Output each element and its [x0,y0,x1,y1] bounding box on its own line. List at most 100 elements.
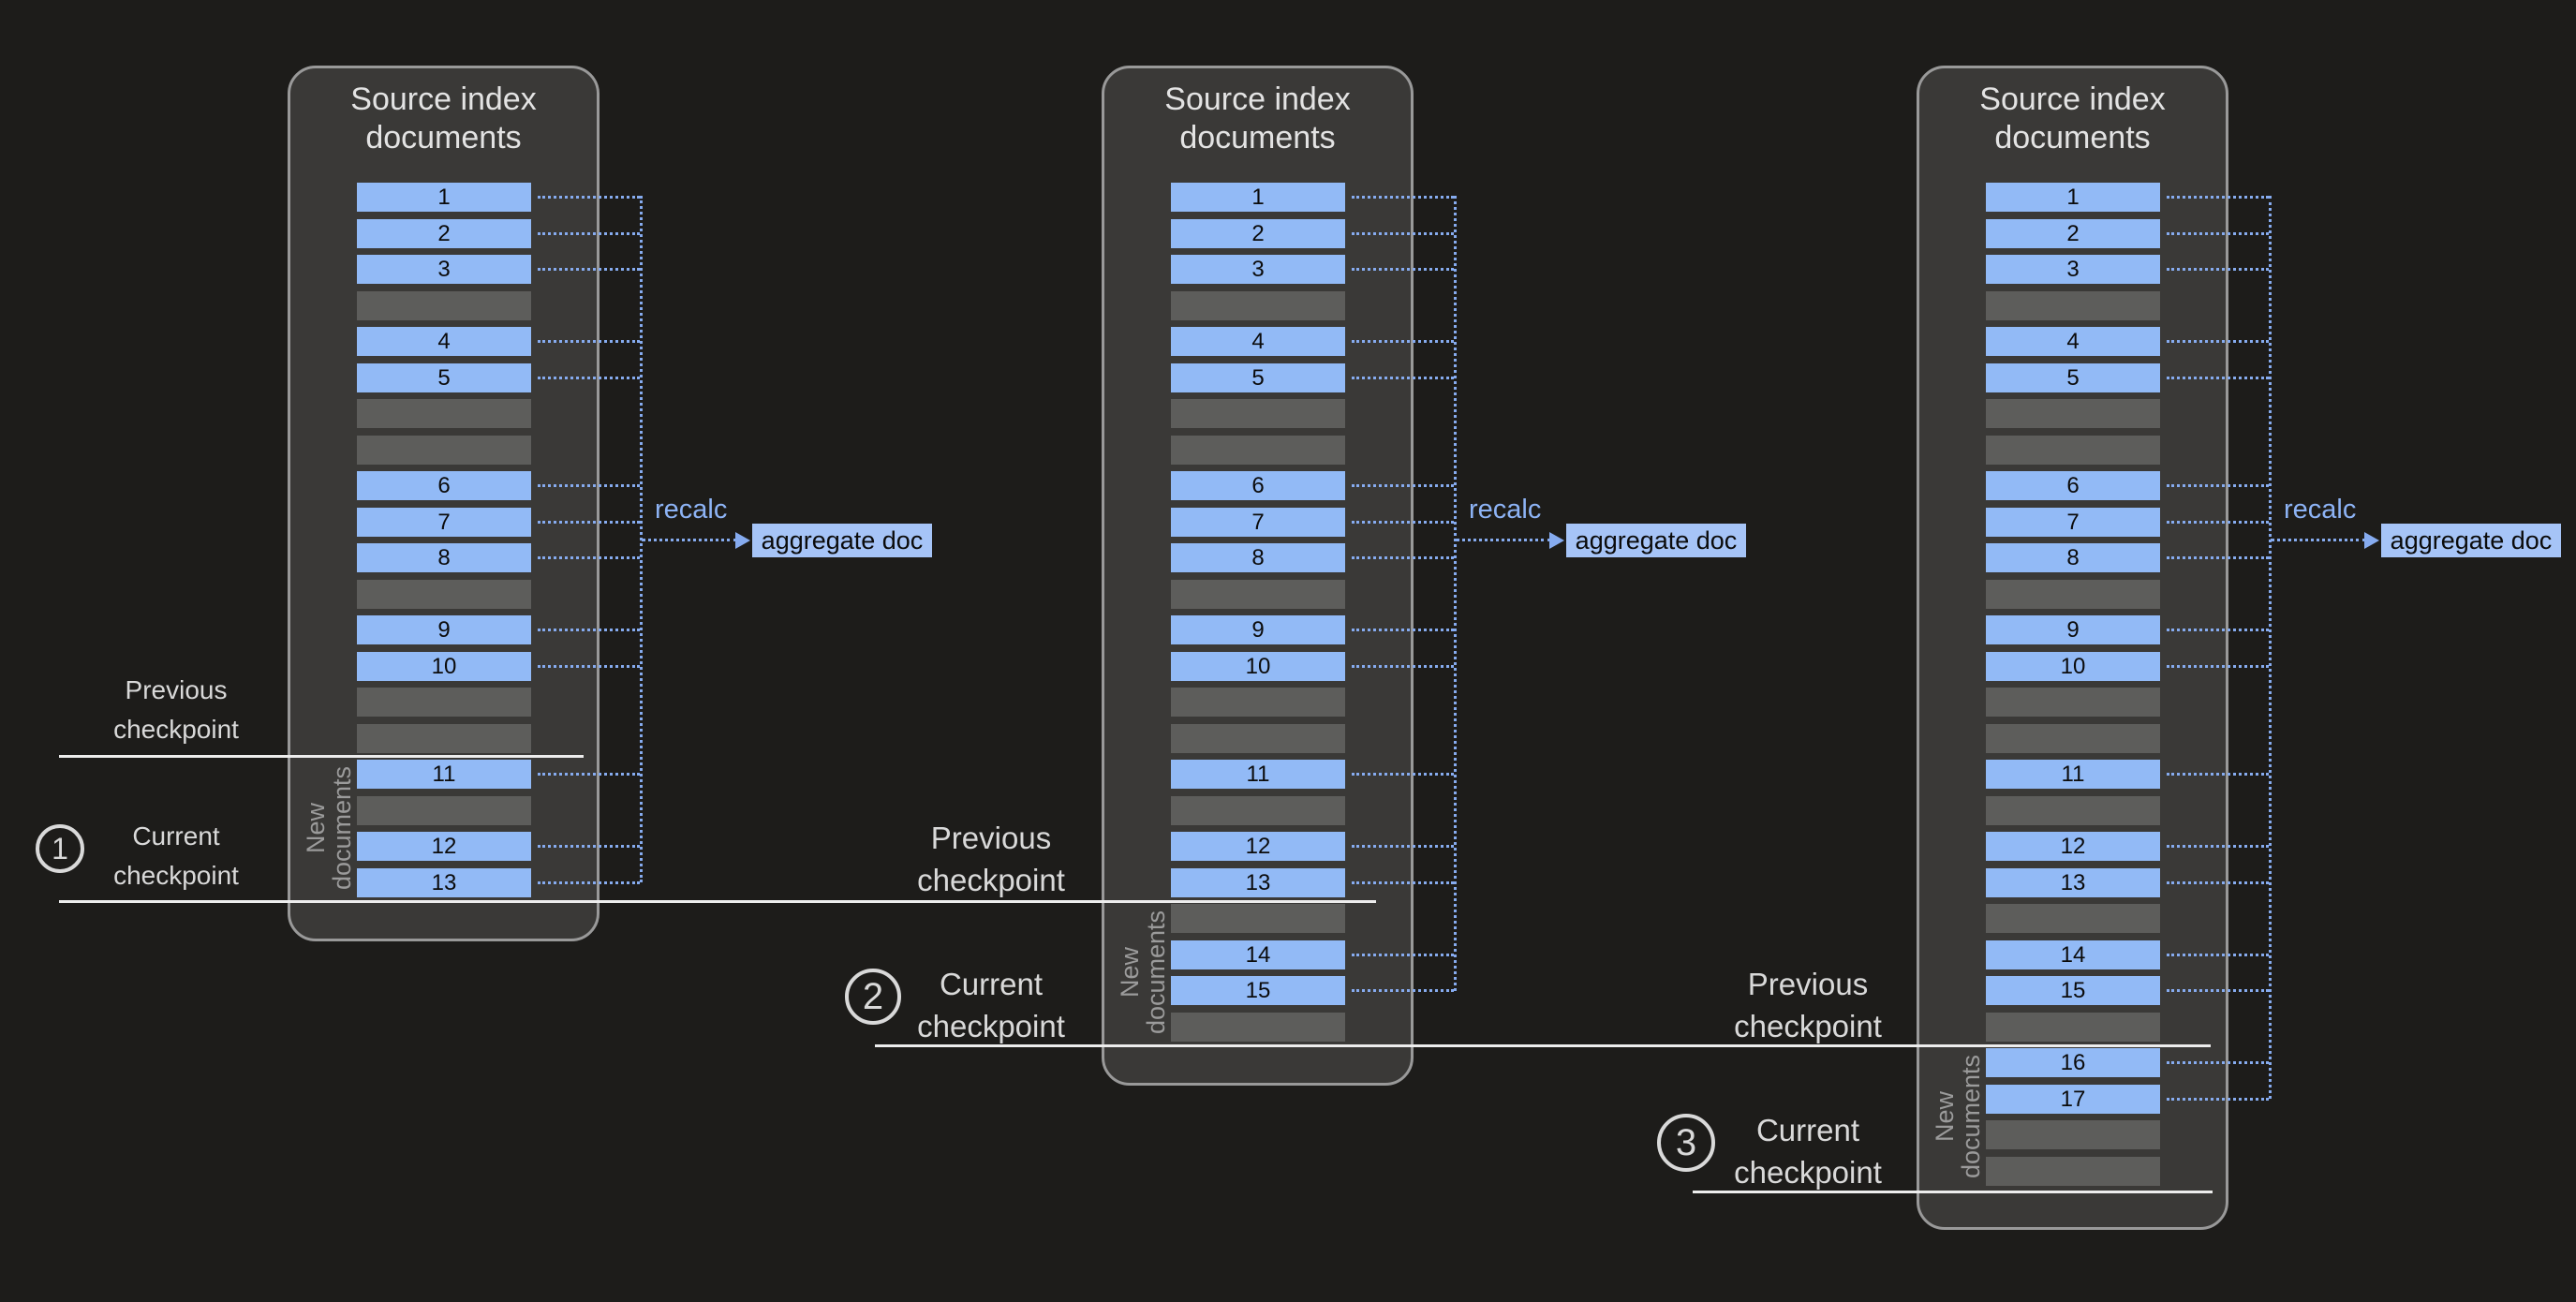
doc-connector-line [538,521,640,524]
doc-connector-line [1352,881,1454,884]
doc-connector-line [2167,340,2269,343]
recalc-arrowhead-icon [735,532,750,549]
previous-checkpoint-label-line1: Previous [1658,963,1958,1005]
doc-connector-line [1352,268,1454,271]
doc-connector-line [2167,954,2269,956]
document-row: 15 [1986,976,2160,1005]
doc-connector-line [538,881,640,884]
panel-title: Source indexdocuments [288,81,600,157]
doc-connector-line [1352,556,1454,559]
doc-connector-line [538,196,640,199]
placeholder-row [1986,399,2160,428]
doc-connector-line [2167,196,2269,199]
docs-bracket-line [2269,196,2272,1099]
placeholder-row [1986,904,2160,933]
doc-connector-line [2167,773,2269,776]
doc-connector-line [538,377,640,379]
document-row: 17 [1986,1085,2160,1114]
placeholder-row [357,436,531,465]
doc-connector-line [2167,1061,2269,1064]
panel-title-line1: Source index [288,81,600,119]
doc-connector-line [2167,629,2269,631]
doc-connector-line [2167,268,2269,271]
document-row: 12 [1986,832,2160,861]
document-row: 9 [1986,615,2160,644]
document-row: 3 [1986,255,2160,284]
doc-connector-line [2167,989,2269,992]
new-documents-label-line2: documents [1143,910,1169,1034]
step-number-badge: 1 [36,824,84,873]
placeholder-row [1986,1013,2160,1042]
recalc-arrowhead-icon [2364,532,2379,549]
placeholder-row [357,724,531,753]
aggregate-doc-box: aggregate doc [2381,524,2561,557]
panel-title-line2: documents [288,119,600,157]
previous-checkpoint-label-line2: checkpoint [26,710,326,749]
previous-checkpoint-label-line1: Previous [841,817,1141,859]
docs-bracket-line [1454,196,1457,991]
document-row: 4 [1171,327,1345,356]
document-row: 5 [1171,363,1345,392]
placeholder-row [1986,291,2160,320]
doc-connector-line [1352,521,1454,524]
document-row: 10 [1171,652,1345,681]
document-row: 11 [1171,760,1345,789]
document-row: 12 [357,832,531,861]
doc-connector-line [538,484,640,487]
doc-connector-line [1352,377,1454,379]
doc-connector-line [538,232,640,235]
panel-title-line1: Source index [1102,81,1414,119]
document-row: 11 [1986,760,2160,789]
document-row: 5 [1986,363,2160,392]
panel-title-line2: documents [1917,119,2228,157]
placeholder-row [1986,688,2160,717]
aggregate-doc-box: aggregate doc [1566,524,1746,557]
checkpoint-line [59,900,1376,903]
doc-connector-line [2167,665,2269,668]
doc-connector-line [1352,340,1454,343]
document-row: 8 [1986,543,2160,572]
document-row: 3 [357,255,531,284]
placeholder-row [1171,1013,1345,1042]
document-row: 11 [357,760,531,789]
aggregate-doc-box: aggregate doc [752,524,932,557]
document-row: 9 [1171,615,1345,644]
document-row: 14 [1986,940,2160,969]
doc-connector-line [538,845,640,848]
doc-connector-line [538,268,640,271]
doc-connector-line [538,665,640,668]
doc-connector-line [2167,845,2269,848]
document-row: 3 [1171,255,1345,284]
doc-connector-line [2167,1098,2269,1101]
placeholder-row [357,580,531,609]
document-row: 6 [1171,471,1345,500]
doc-connector-line [2167,484,2269,487]
document-row: 7 [1986,508,2160,537]
recalc-label: recalc [655,495,727,525]
recalc-arrow [1456,539,1551,541]
document-row: 7 [357,508,531,537]
panel-title-line2: documents [1102,119,1414,157]
doc-connector-line [2167,521,2269,524]
placeholder-row [1986,1120,2160,1149]
document-row: 2 [1986,219,2160,248]
doc-connector-line [1352,232,1454,235]
placeholder-row [1171,291,1345,320]
previous-checkpoint-label: Previouscheckpoint [1658,963,1958,1047]
placeholder-row [1171,399,1345,428]
doc-connector-line [1352,954,1454,956]
placeholder-row [1171,724,1345,753]
document-row: 7 [1171,508,1345,537]
doc-connector-line [1352,845,1454,848]
document-row: 1 [1171,183,1345,212]
placeholder-row [357,796,531,825]
previous-checkpoint-label-line1: Previous [26,671,326,710]
panel-title: Source indexdocuments [1917,81,2228,157]
panel-title-line1: Source index [1917,81,2228,119]
document-row: 6 [1986,471,2160,500]
document-row: 13 [357,868,531,897]
document-row: 6 [357,471,531,500]
document-row: 2 [1171,219,1345,248]
document-row: 5 [357,363,531,392]
doc-connector-line [1352,989,1454,992]
